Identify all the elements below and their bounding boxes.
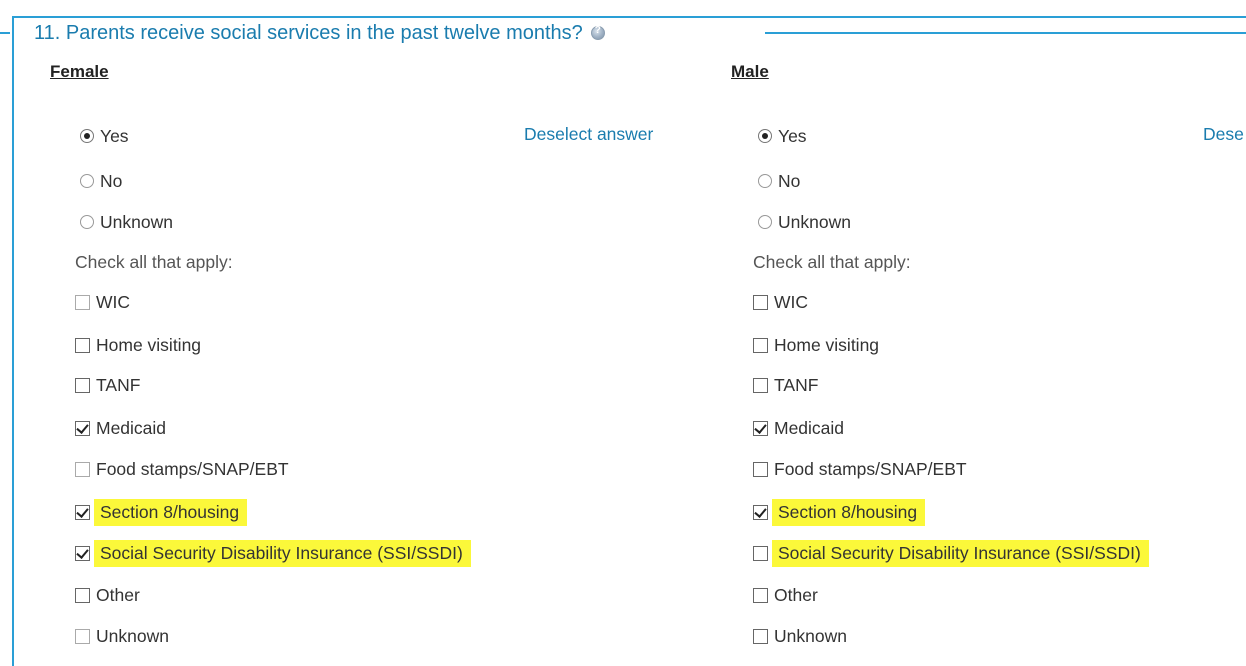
- question-title: 11. Parents receive social services in t…: [34, 21, 583, 44]
- male-deselect-answer-link[interactable]: Dese: [1203, 124, 1244, 145]
- female-radio-yes[interactable]: Yes: [80, 124, 129, 148]
- checkbox[interactable]: [75, 337, 90, 353]
- checkbox[interactable]: [75, 420, 90, 436]
- male-checkbox-item[interactable]: Unknown: [753, 624, 847, 648]
- radio-label: No: [100, 170, 123, 191]
- highlighted-checkbox-label: Section 8/housing: [94, 498, 248, 526]
- radio-button[interactable]: [758, 174, 772, 188]
- checkbox[interactable]: [753, 504, 768, 520]
- checkbox[interactable]: [753, 461, 768, 477]
- checkbox-label: Other: [774, 584, 818, 605]
- checkbox-label: Food stamps/SNAP/EBT: [774, 458, 967, 479]
- checkbox[interactable]: [753, 587, 768, 603]
- male-radio-unknown[interactable]: Unknown: [758, 210, 851, 234]
- checkbox[interactable]: [753, 420, 768, 436]
- male-check-all-label: Check all that apply:: [753, 251, 911, 272]
- checkbox-label: WIC: [96, 291, 131, 312]
- female-checkbox-item[interactable]: Other: [75, 583, 140, 607]
- female-checkbox-item[interactable]: Food stamps/SNAP/EBT: [75, 457, 289, 481]
- checkbox[interactable]: [75, 504, 90, 520]
- checkbox[interactable]: [75, 545, 90, 561]
- male-checkbox-item[interactable]: Home visiting: [753, 333, 879, 357]
- highlighted-checkbox-label: Social Security Disability Insurance (SS…: [772, 539, 1149, 567]
- male-radio-yes[interactable]: Yes: [758, 124, 807, 148]
- highlighted-checkbox-label: Social Security Disability Insurance (SS…: [94, 539, 471, 567]
- female-checkbox-item[interactable]: Medicaid: [75, 416, 166, 440]
- radio-button[interactable]: [80, 129, 94, 143]
- male-checkbox-item[interactable]: TANF: [753, 373, 818, 397]
- checkbox-label: Unknown: [96, 625, 169, 646]
- checkbox[interactable]: [753, 628, 768, 644]
- checkbox-label: Food stamps/SNAP/EBT: [96, 458, 289, 479]
- radio-label: Unknown: [100, 211, 173, 232]
- checkbox[interactable]: [75, 461, 90, 477]
- checkbox[interactable]: [75, 377, 90, 393]
- female-checkbox-item[interactable]: Home visiting: [75, 333, 201, 357]
- radio-button[interactable]: [80, 215, 94, 229]
- female-deselect-answer-link[interactable]: Deselect answer: [524, 124, 653, 145]
- checkbox-label: Unknown: [774, 625, 847, 646]
- fieldset-border-left-segment: [0, 32, 10, 34]
- checkbox[interactable]: [75, 587, 90, 603]
- radio-button[interactable]: [758, 215, 772, 229]
- male-radio-no[interactable]: No: [758, 169, 800, 193]
- question-legend: 11. Parents receive social services in t…: [32, 18, 613, 48]
- male-checkbox-item[interactable]: Section 8/housing: [753, 498, 926, 526]
- checkbox-label: TANF: [774, 374, 819, 395]
- radio-button[interactable]: [80, 174, 94, 188]
- help-icon[interactable]: [590, 25, 605, 40]
- female-check-all-label: Check all that apply:: [75, 251, 233, 272]
- checkbox[interactable]: [753, 337, 768, 353]
- checkbox[interactable]: [753, 294, 768, 310]
- fieldset-border-top-segment: [765, 32, 1246, 34]
- highlighted-checkbox-label: Section 8/housing: [772, 498, 926, 526]
- checkbox[interactable]: [75, 628, 90, 644]
- female-column-title: Female: [50, 62, 109, 81]
- checkbox[interactable]: [753, 545, 768, 561]
- female-checkbox-item[interactable]: WIC: [75, 290, 130, 314]
- radio-label: Unknown: [778, 211, 851, 232]
- radio-label: Yes: [778, 125, 807, 146]
- checkbox-label: Other: [96, 584, 140, 605]
- checkbox-label: Medicaid: [96, 417, 167, 438]
- radio-label: No: [778, 170, 801, 191]
- checkbox-label: Medicaid: [774, 417, 845, 438]
- male-checkbox-item[interactable]: Medicaid: [753, 416, 844, 440]
- male-checkbox-item[interactable]: Food stamps/SNAP/EBT: [753, 457, 967, 481]
- radio-button[interactable]: [758, 129, 772, 143]
- female-radio-unknown[interactable]: Unknown: [80, 210, 173, 234]
- male-checkbox-item[interactable]: Social Security Disability Insurance (SS…: [753, 539, 1149, 567]
- checkbox-label: Home visiting: [774, 334, 880, 355]
- female-checkbox-item[interactable]: Section 8/housing: [75, 498, 248, 526]
- checkbox-label: TANF: [96, 374, 141, 395]
- female-checkbox-item[interactable]: Unknown: [75, 624, 169, 648]
- male-checkbox-item[interactable]: WIC: [753, 290, 808, 314]
- checkbox[interactable]: [75, 294, 90, 310]
- checkbox-label: Home visiting: [96, 334, 202, 355]
- female-checkbox-item[interactable]: TANF: [75, 373, 140, 397]
- female-radio-no[interactable]: No: [80, 169, 122, 193]
- radio-label: Yes: [100, 125, 129, 146]
- male-column-title: Male: [731, 62, 769, 81]
- checkbox-label: WIC: [774, 291, 809, 312]
- female-checkbox-item[interactable]: Social Security Disability Insurance (SS…: [75, 539, 471, 567]
- male-checkbox-item[interactable]: Other: [753, 583, 818, 607]
- checkbox[interactable]: [753, 377, 768, 393]
